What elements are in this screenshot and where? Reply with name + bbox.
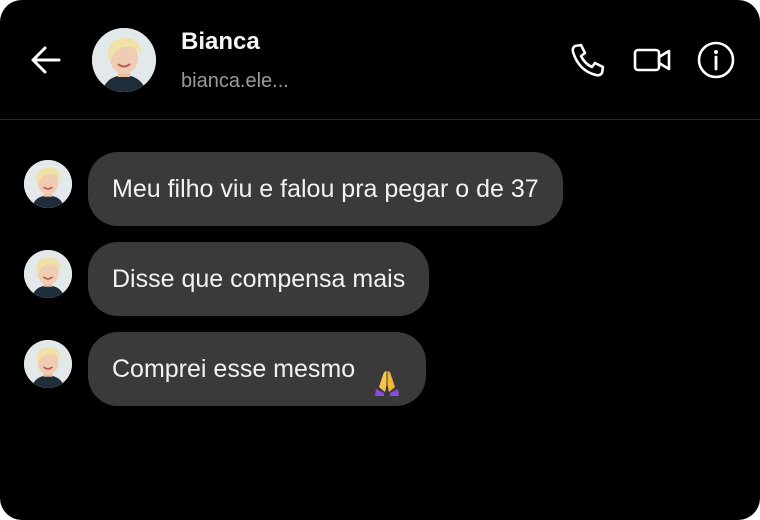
call-button[interactable] <box>566 38 610 82</box>
message-text: Meu filho viu e falou pra pegar o de 37 <box>112 175 539 203</box>
sender-avatar[interactable] <box>24 250 72 298</box>
sender-avatar[interactable] <box>24 160 72 208</box>
contact-handle: bianca.ele... <box>181 70 289 92</box>
video-call-button[interactable] <box>630 38 674 82</box>
message-text: Comprei esse mesmo <box>112 355 356 383</box>
phone-icon <box>571 43 605 77</box>
chat-window: Bianca bianca.ele... Meu filho viu e fal… <box>0 0 760 520</box>
message-text: Disse que compensa mais <box>112 265 406 293</box>
chat-header: Bianca bianca.ele... <box>0 0 760 120</box>
contact-name[interactable]: Bianca <box>181 28 260 56</box>
message-bubble[interactable]: Meu filho viu e falou pra pegar o de 37 <box>88 152 563 226</box>
info-button[interactable] <box>694 38 738 82</box>
info-icon <box>697 41 735 79</box>
back-button[interactable] <box>26 40 66 80</box>
back-arrow-icon <box>31 46 61 74</box>
sender-avatar[interactable] <box>24 340 72 388</box>
message-bubble[interactable]: Comprei esse mesmo <box>88 332 427 406</box>
profile-avatar[interactable] <box>92 28 156 92</box>
message-bubble[interactable]: Disse que compensa mais <box>88 242 430 316</box>
folded-hands-emoji-icon <box>372 352 402 397</box>
video-camera-icon <box>633 48 671 72</box>
